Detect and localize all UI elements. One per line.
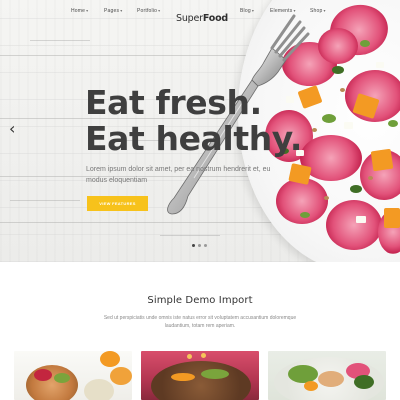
food-photo [288, 365, 318, 383]
food-photo [201, 353, 206, 358]
demo-thumbnail-1[interactable] [14, 351, 132, 400]
seed [340, 88, 345, 92]
logo-text-regular: Super [176, 13, 203, 24]
food-photo [187, 354, 192, 359]
hero-subtext: Lorem ipsum dolor sit amet, per ea nostr… [86, 166, 271, 184]
food-photo [201, 369, 229, 379]
herb [350, 185, 362, 193]
slider-pagination [192, 244, 207, 247]
slider-dot[interactable] [198, 244, 201, 247]
main-nav: Home▾ Pages▾ Portfolio▾ SuperFood Blog▾ … [0, 8, 400, 24]
chevron-down-icon: ▾ [86, 8, 89, 13]
food-photo [110, 367, 132, 385]
chevron-down-icon: ▾ [158, 8, 161, 13]
herb [360, 40, 370, 47]
nav-item-label: Shop [310, 8, 323, 14]
nav-item-home[interactable]: Home▾ [71, 8, 88, 14]
demo-thumbnail-2[interactable] [141, 351, 259, 400]
chevron-down-icon: ▾ [120, 8, 123, 13]
food-photo [34, 369, 52, 381]
food-photo [171, 373, 195, 381]
food-photo [84, 379, 114, 400]
radish-slice [318, 28, 358, 64]
feta-crumb [344, 122, 353, 129]
orange-chunk [370, 148, 394, 172]
nav-item-blog[interactable]: Blog▾ [240, 8, 254, 14]
site-logo[interactable]: SuperFood [176, 13, 228, 24]
section-title: Simple Demo Import [147, 295, 253, 306]
nav-item-label: Home [71, 8, 86, 14]
seed [368, 176, 373, 180]
herb [388, 120, 398, 127]
demo-thumbnail-3[interactable] [268, 351, 386, 400]
feta-crumb [356, 216, 366, 223]
food-photo [26, 365, 78, 400]
logo-text-bold: Food [202, 13, 229, 24]
seed [324, 196, 329, 200]
nav-item-shop[interactable]: Shop▾ [310, 8, 326, 14]
chevron-left-icon[interactable]: ‹ [9, 121, 15, 137]
chevron-down-icon: ▾ [293, 8, 296, 13]
nav-item-portfolio[interactable]: Portfolio▾ [137, 8, 160, 14]
section-description: Sed ut perspiciatis unde omnis iste natu… [103, 315, 297, 329]
food-photo [318, 371, 344, 387]
nav-item-elements[interactable]: Elements▾ [270, 8, 296, 14]
view-features-button[interactable]: VIEW FEATURES [87, 196, 148, 211]
chevron-down-icon: ▾ [323, 8, 326, 13]
nav-item-label: Pages [104, 8, 120, 14]
food-photo [151, 361, 251, 400]
nav-item-label: Blog [240, 8, 251, 14]
herb [322, 114, 336, 123]
food-photo [354, 375, 374, 389]
radish-slice [326, 200, 382, 250]
nav-item-label: Elements [270, 8, 293, 14]
nav-item-label: Portfolio [137, 8, 158, 14]
chevron-down-icon: ▾ [251, 8, 255, 13]
nav-item-pages[interactable]: Pages▾ [104, 8, 122, 14]
headline-line-1: Eat fresh. [85, 83, 262, 122]
slider-dot[interactable] [192, 244, 195, 247]
herb [332, 66, 344, 74]
food-photo [54, 373, 70, 383]
headline-line-2: Eat healthy. [85, 119, 303, 158]
hero-slider: Home▾ Pages▾ Portfolio▾ SuperFood Blog▾ … [0, 0, 400, 262]
feta-crumb [376, 62, 384, 68]
food-photo [304, 381, 318, 391]
hero-headline: Eat fresh. Eat healthy. [85, 85, 302, 157]
food-photo [100, 351, 120, 367]
orange-chunk [384, 208, 400, 228]
slider-dot[interactable] [204, 244, 207, 247]
